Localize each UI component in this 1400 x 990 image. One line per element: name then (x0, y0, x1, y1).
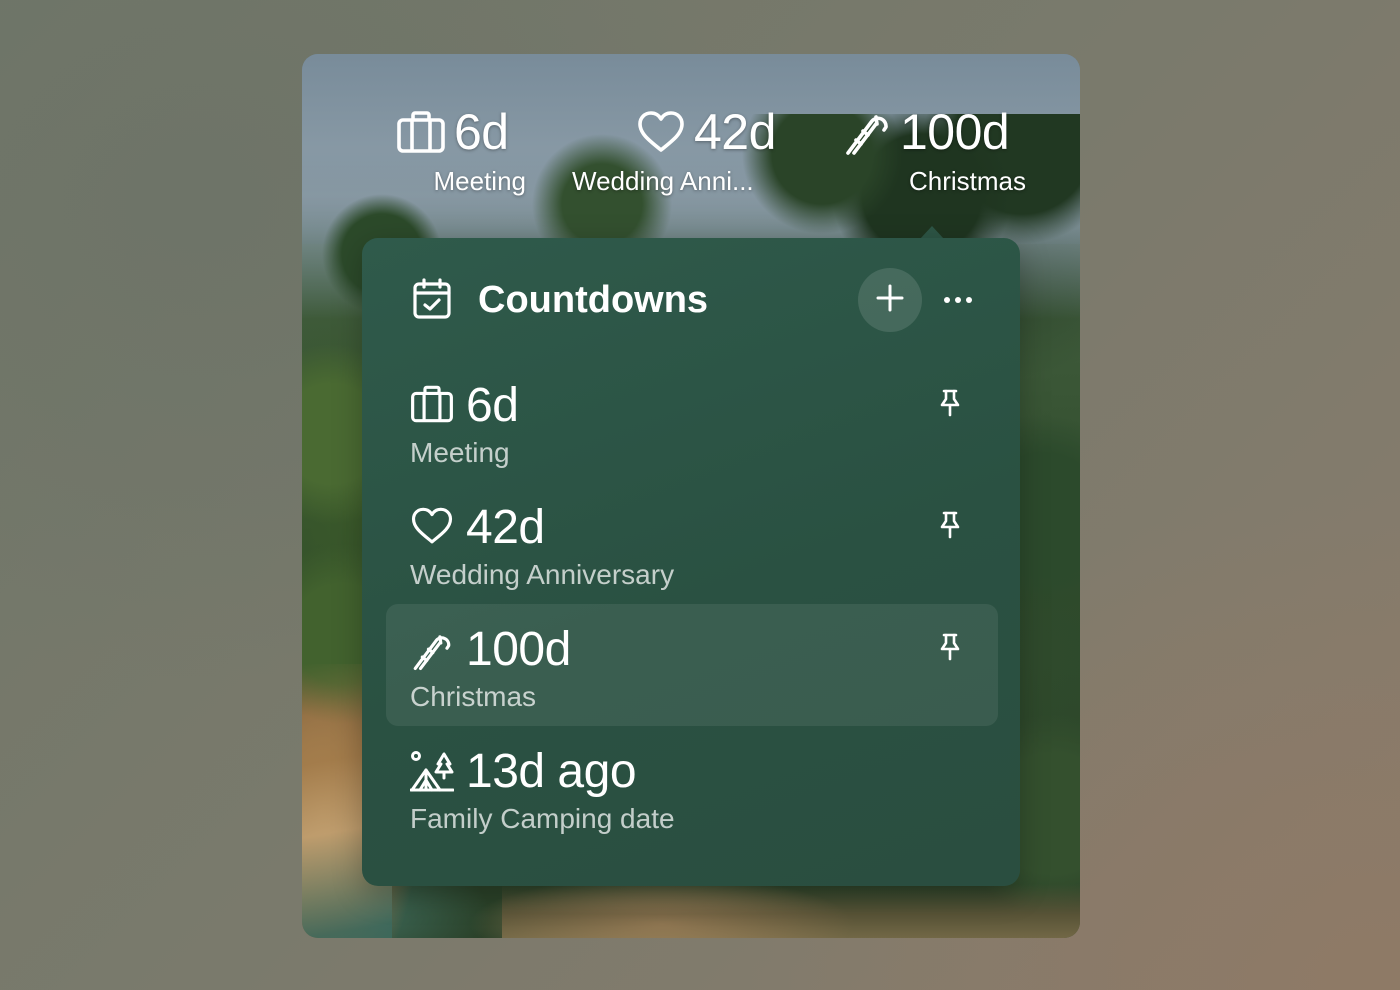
countdown-row-meeting[interactable]: 6d Meeting (386, 360, 998, 482)
camping-icon (409, 750, 455, 799)
popover-header: Countdowns (362, 238, 1020, 358)
popover-title: Countdowns (478, 279, 709, 321)
cliff-area (502, 884, 1080, 938)
heart-icon (636, 110, 686, 154)
countdown-value: 42d (466, 501, 545, 554)
countdown-value: 6d (466, 379, 519, 432)
menubar-countdowns: 6d Meeting 42d Wedding Anni... 100d Chri… (302, 100, 1080, 220)
calendar-check-icon (412, 278, 452, 325)
menubar-item-christmas[interactable]: 100d Christmas (842, 100, 1028, 198)
countdown-value: 13d ago (466, 745, 637, 798)
add-countdown-button[interactable] (858, 268, 922, 332)
countdown-label: Meeting (410, 437, 510, 468)
menubar-value: 42d (694, 104, 776, 160)
menubar-label: Christmas (908, 166, 1026, 196)
countdowns-popover: Countdowns 6d Meeting 42d Wedding Annive… (362, 238, 1020, 886)
menubar-value: 100d (900, 104, 1010, 160)
pin-icon[interactable] (938, 510, 962, 545)
ellipsis-icon (943, 291, 973, 309)
countdown-row-wedding[interactable]: 42d Wedding Anniversary (386, 482, 998, 604)
countdown-list: 6d Meeting 42d Wedding Anniversary 100d … (386, 360, 998, 848)
countdown-label: Wedding Anniversary (410, 559, 675, 590)
candy-cane-icon (842, 107, 892, 157)
briefcase-icon (410, 384, 454, 429)
briefcase-icon (396, 110, 446, 154)
plus-icon (875, 283, 905, 318)
countdown-row-christmas[interactable]: 100d Christmas (386, 604, 998, 726)
pin-icon[interactable] (938, 632, 962, 667)
heart-icon (410, 506, 454, 551)
countdown-label: Family Camping date (410, 803, 675, 834)
pin-icon[interactable] (938, 388, 962, 423)
menubar-label: Meeting (433, 166, 527, 196)
menubar-value: 6d (454, 104, 509, 160)
menubar-item-wedding[interactable]: 42d Wedding Anni... (572, 100, 802, 198)
candy-cane-icon (410, 628, 454, 677)
menubar-item-meeting[interactable]: 6d Meeting (396, 100, 530, 198)
menubar-label: Wedding Anni... (572, 166, 754, 196)
more-options-button[interactable] (936, 278, 980, 322)
countdown-row-camping[interactable]: 13d ago Family Camping date (386, 726, 998, 848)
countdown-value: 100d (466, 623, 571, 676)
countdown-label: Christmas (410, 681, 537, 712)
